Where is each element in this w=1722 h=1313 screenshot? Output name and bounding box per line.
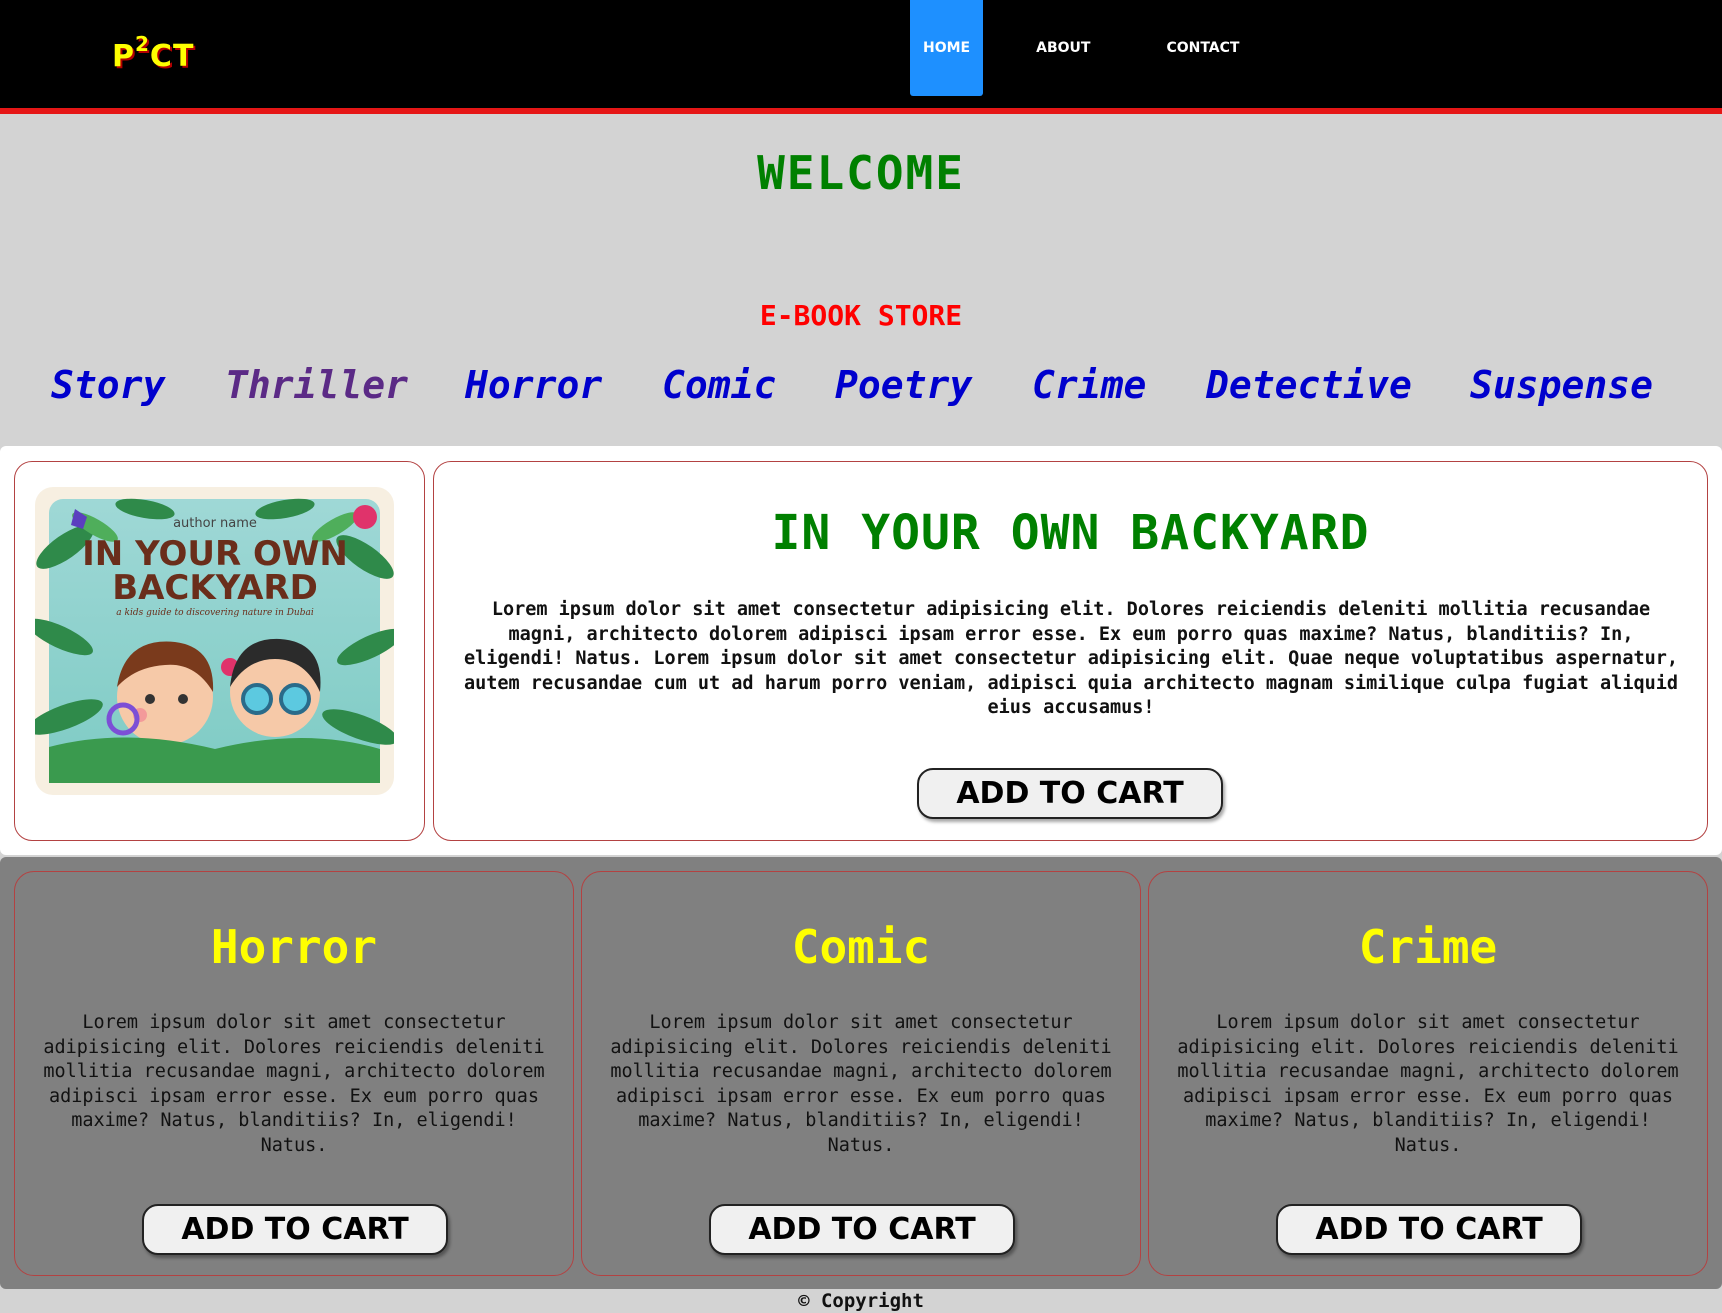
book-cover-art: author name IN YOUR OWN BACKYARD a kids … <box>35 498 394 783</box>
genre-card-comic: Comic Lorem ipsum dolor sit amet consect… <box>581 871 1141 1276</box>
nav-about[interactable]: ABOUT <box>1023 0 1103 96</box>
logo-sup: 2 <box>135 32 150 56</box>
add-to-cart-button[interactable]: ADD TO CART <box>1276 1204 1582 1255</box>
genre-poetry[interactable]: Poetry <box>835 363 972 407</box>
genre-suspense[interactable]: Suspense <box>1470 363 1653 407</box>
add-to-cart-button[interactable]: ADD TO CART <box>142 1204 448 1255</box>
genre-card-horror: Horror Lorem ipsum dolor sit amet consec… <box>14 871 574 1276</box>
card-description: Lorem ipsum dolor sit amet consectetur a… <box>1177 1012 1679 1156</box>
card-title: Comic <box>791 920 931 974</box>
logo-prefix: P <box>112 39 135 74</box>
welcome-heading: WELCOME <box>757 146 965 200</box>
main-nav: HOME ABOUT CONTACT <box>910 0 1252 96</box>
footer-copyright: © Copyright <box>798 1290 924 1312</box>
card-title: Horror <box>210 920 378 974</box>
navbar: P2CT HOME ABOUT CONTACT <box>0 0 1722 114</box>
featured-add-to-cart-button[interactable]: ADD TO CART <box>917 768 1223 819</box>
nav-home[interactable]: HOME <box>910 0 984 96</box>
genre-story[interactable]: Story <box>51 363 165 407</box>
card-description: Lorem ipsum dolor sit amet consectetur a… <box>43 1012 545 1156</box>
genre-card-crime: Crime Lorem ipsum dolor sit amet consect… <box>1148 871 1708 1276</box>
featured-book-title: IN YOUR OWN BACKYARD <box>771 505 1370 561</box>
card-description: Lorem ipsum dolor sit amet consectetur a… <box>610 1012 1112 1156</box>
book-cover-image[interactable]: author name IN YOUR OWN BACKYARD a kids … <box>35 487 394 795</box>
card-title: Crime <box>1358 920 1498 974</box>
genre-thriller[interactable]: Thriller <box>225 363 408 407</box>
genre-detective[interactable]: Detective <box>1206 363 1412 407</box>
genre-comic[interactable]: Comic <box>662 363 776 407</box>
genre-horror[interactable]: Horror <box>465 363 602 407</box>
genre-crime[interactable]: Crime <box>1032 363 1146 407</box>
cover-tagline: a kids guide to discovering nature in Du… <box>116 608 314 618</box>
genre-nav: Story Thriller Horror Comic Poetry Crime… <box>0 363 1722 413</box>
nav-contact[interactable]: CONTACT <box>1153 0 1252 96</box>
store-subtitle: E-BOOK STORE <box>759 299 963 332</box>
featured-book-description: Lorem ipsum dolor sit amet consectetur a… <box>463 599 1679 719</box>
add-to-cart-button[interactable]: ADD TO CART <box>709 1204 1015 1255</box>
cover-author: author name <box>173 516 257 531</box>
site-logo[interactable]: P2CT <box>112 32 195 74</box>
cover-title-line2: BACKYARD <box>112 568 318 608</box>
logo-suffix: CT <box>149 39 195 74</box>
